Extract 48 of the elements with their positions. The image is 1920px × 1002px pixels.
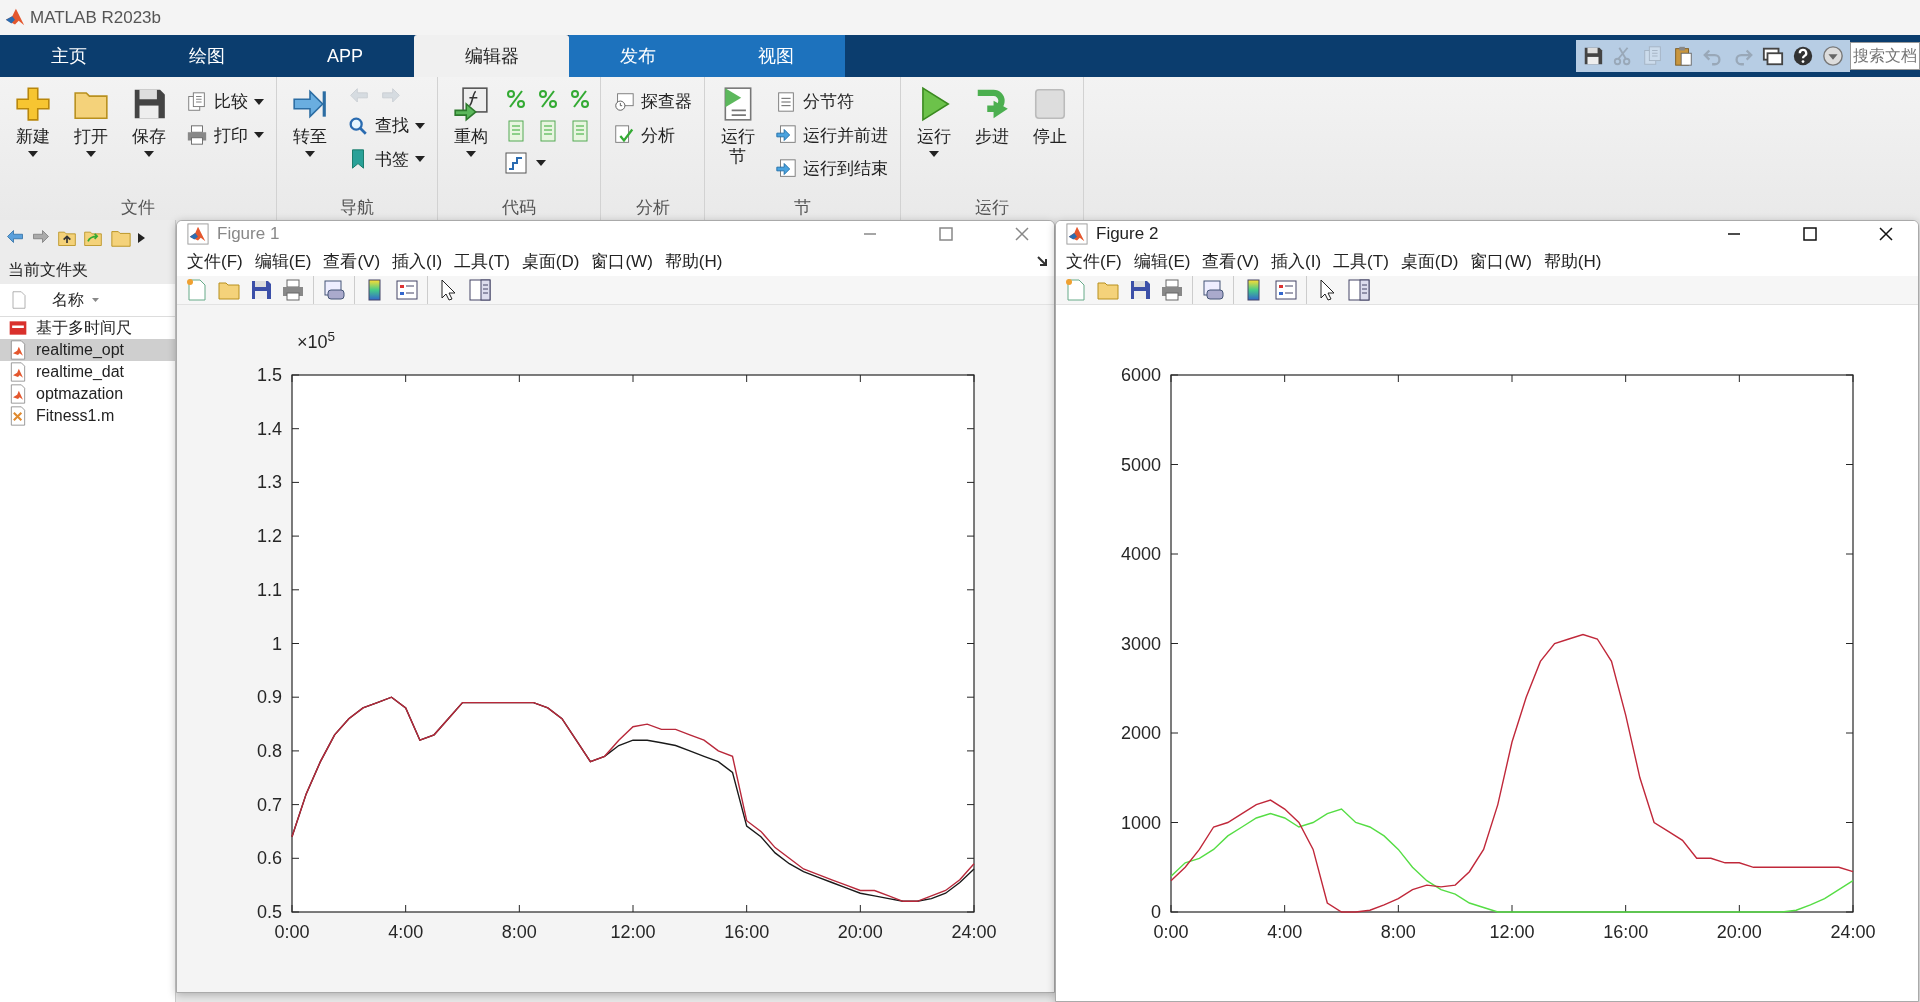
axis-tick-label: 20:00 <box>1716 922 1762 942</box>
axis-tick-label: 1.3 <box>256 472 282 493</box>
group-label: 文件 <box>121 198 155 217</box>
group-label: 节 <box>794 198 811 217</box>
panel-title: 当前文件夹 <box>8 261 88 278</box>
axis-tick-label: 8:00 <box>501 922 537 942</box>
group-label: 导航 <box>340 198 374 217</box>
axis-tick-label: 1000 <box>1120 812 1161 833</box>
file-name: realtime_dat <box>36 362 125 382</box>
axis-tick-label: 12:00 <box>610 922 656 942</box>
axis-tick-label: 6000 <box>1120 365 1161 385</box>
window-title: Figure 2 <box>1096 223 1160 245</box>
axis-tick-label: 3000 <box>1120 633 1161 654</box>
group-label: 运行 <box>975 198 1009 217</box>
axis-tick-label: 0.7 <box>256 794 282 815</box>
axis-tick-label: 1.4 <box>256 418 282 439</box>
axis-tick-label: 0.8 <box>256 740 282 761</box>
axis-tick-label: 16:00 <box>1603 922 1649 942</box>
axis-tick-label: 0 <box>1151 902 1161 922</box>
window-title: Figure 1 <box>217 223 281 245</box>
file-name: realtime_opt <box>36 340 125 360</box>
axis-tick-label: 0.5 <box>256 902 282 922</box>
axis-tick-label: 0.6 <box>256 848 282 869</box>
axis-tick-label: 4:00 <box>1267 922 1303 942</box>
file-name: optmazation <box>36 384 124 404</box>
axis-tick-label: 1.1 <box>256 579 282 600</box>
axis-tick-label: 5000 <box>1120 454 1161 475</box>
axis-tick-label: 1.5 <box>256 365 282 385</box>
axis-tick-label: 1 <box>272 633 282 654</box>
file-name: Fitness1.m <box>36 406 115 426</box>
file-name: 基于多时间尺 <box>36 318 132 338</box>
axis-tick-label: 16:00 <box>724 922 770 942</box>
axis-tick-label: 0:00 <box>274 922 310 942</box>
axis-multiplier: ×10$^{5}$ <box>297 332 336 352</box>
group-label: 代码 <box>502 198 536 217</box>
axis-tick-label: 24:00 <box>1830 922 1876 942</box>
axis-tick-label: 0.9 <box>256 687 282 708</box>
axis-tick-label: 1.2 <box>256 526 282 547</box>
group-label: 分析 <box>635 198 670 217</box>
axis-tick-label: 24:00 <box>951 922 997 942</box>
axis-tick-label: 8:00 <box>1380 922 1416 942</box>
axis-tick-label: 4000 <box>1120 544 1161 564</box>
axis-tick-label: 2000 <box>1120 723 1161 743</box>
axis-tick-label: 4:00 <box>388 922 424 942</box>
axis-tick-label: 20:00 <box>837 922 883 942</box>
app-title: MATLAB R2023b <box>30 6 162 29</box>
axis-tick-label: 0:00 <box>1153 922 1189 942</box>
axis-tick-label: 12:00 <box>1489 922 1535 942</box>
